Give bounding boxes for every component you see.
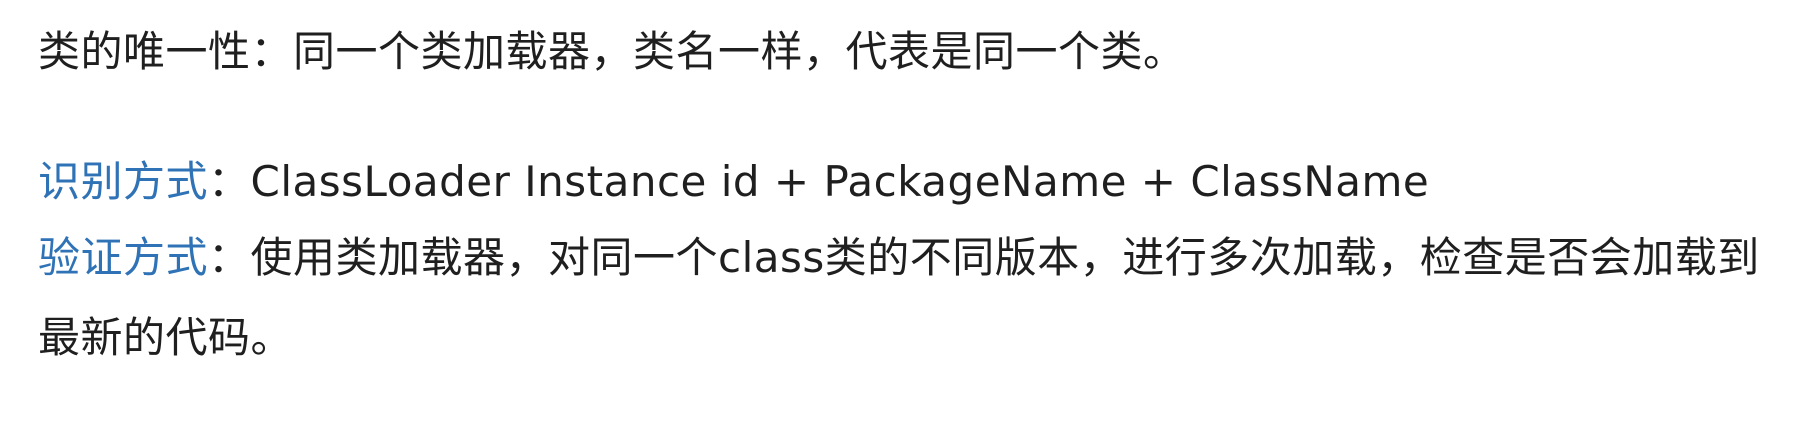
identify-term: 识别方式: [38, 157, 209, 206]
verify-paragraph: 验证方式：使用类加载器，对同一个class类的不同版本，进行多次加载，检查是否会…: [38, 218, 1778, 378]
identify-paragraph: 识别方式：ClassLoader Instance id + PackageNa…: [38, 146, 1798, 218]
verify-colon: ：: [208, 233, 251, 282]
verify-text: 使用类加载器，对同一个class类的不同版本，进行多次加载，检查是否会加载到最新…: [38, 233, 1760, 362]
verify-term: 验证方式: [38, 233, 209, 282]
document-body: 类的唯一性：同一个类加载器，类名一样，代表是同一个类。 识别方式：ClassLo…: [38, 16, 1798, 378]
identify-colon: ：: [208, 157, 251, 206]
uniqueness-paragraph: 类的唯一性：同一个类加载器，类名一样，代表是同一个类。: [38, 27, 1186, 76]
identify-text: ClassLoader Instance id + PackageName + …: [250, 157, 1430, 206]
